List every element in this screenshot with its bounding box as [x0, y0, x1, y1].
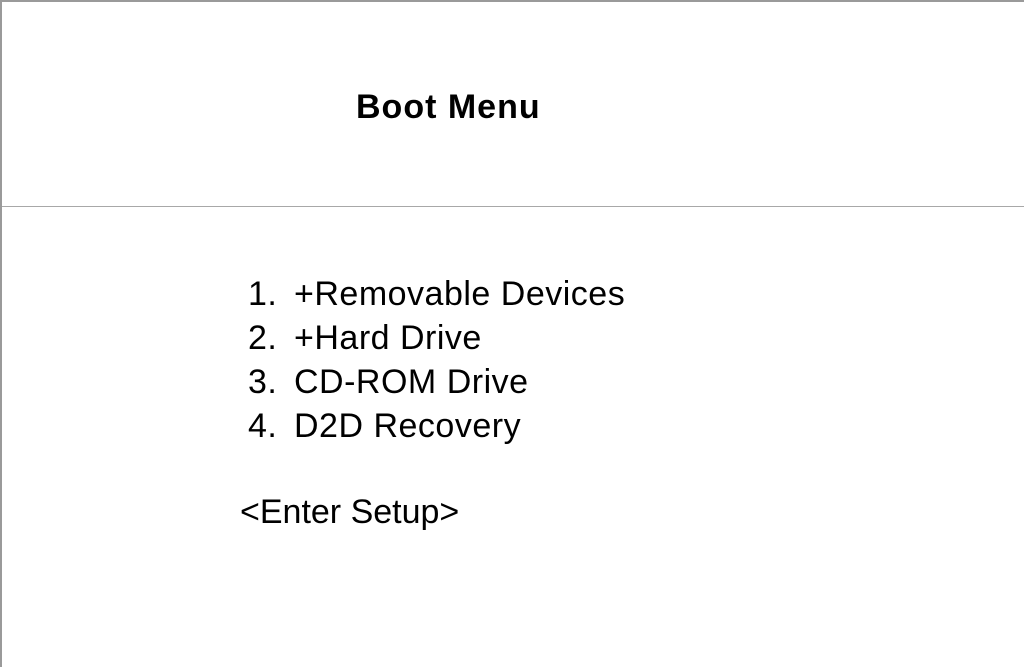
boot-option-number: 4.: [248, 407, 278, 445]
boot-option-removable-devices[interactable]: 1. +Removable Devices: [248, 272, 625, 316]
enter-setup-option[interactable]: <Enter Setup>: [240, 490, 459, 534]
boot-menu-screen: Boot Menu 1. +Removable Devices 2. +Hard D…: [0, 0, 1024, 667]
boot-option-label: CD-ROM Drive: [294, 363, 529, 401]
boot-option-label: +Hard Drive: [294, 319, 482, 357]
boot-option-hard-drive[interactable]: 2. +Hard Drive: [248, 316, 625, 360]
page-title: Boot Menu: [356, 88, 541, 126]
boot-option-label: D2D Recovery: [294, 407, 522, 445]
boot-option-number: 3.: [248, 363, 278, 401]
boot-option-number: 2.: [248, 319, 278, 357]
boot-options-list: 1. +Removable Devices 2. +Hard Drive 3. CD-…: [248, 272, 625, 448]
boot-option-cdrom-drive[interactable]: 3. CD-ROM Drive: [248, 360, 625, 404]
boot-option-label: +Removable Devices: [294, 275, 626, 313]
header-area: Boot Menu: [2, 2, 1024, 207]
boot-option-d2d-recovery[interactable]: 4. D2D Recovery: [248, 404, 625, 448]
boot-option-number: 1.: [248, 275, 278, 313]
